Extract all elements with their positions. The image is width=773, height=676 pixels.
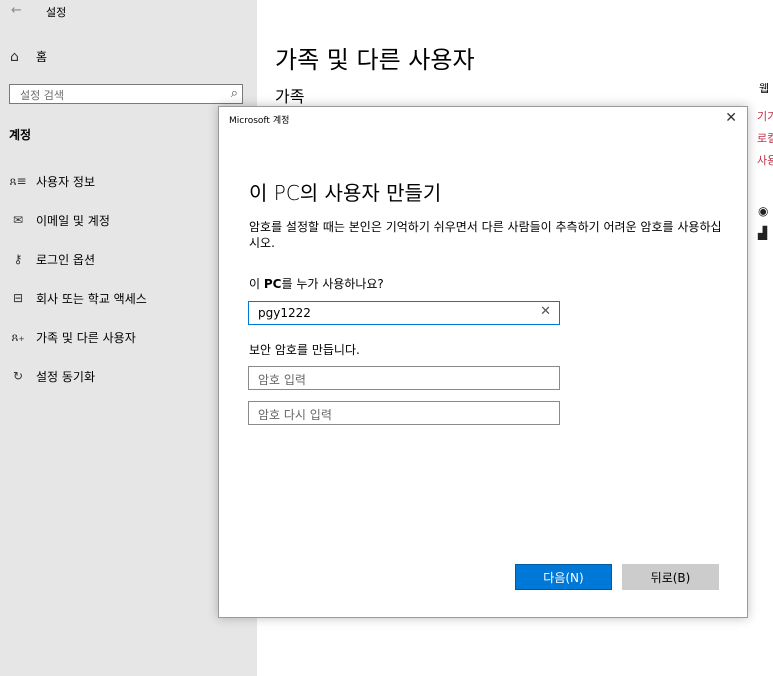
settings-search-box[interactable]: 설정 검색 ⌕	[9, 84, 243, 104]
sidebar-item-label: 사용자 정보	[36, 174, 96, 189]
sidebar-item-label: 설정 동기화	[36, 369, 96, 384]
home-label: 홈	[36, 50, 48, 64]
dialog-description: 암호를 설정할 때는 본인은 기억하기 쉬우면서 다른 사람들이 추측하기 어려…	[249, 220, 722, 250]
back-button[interactable]: 뒤로(B)	[622, 564, 719, 590]
add-person-icon: ጸ₊	[11, 329, 25, 344]
title-bar: ← 설정	[0, 0, 257, 24]
person-list-icon: ጸ≡	[9, 173, 27, 188]
home-icon: ⌂	[10, 48, 19, 65]
sidebar-item-your-info[interactable]: ጸ≡ 사용자 정보	[9, 171, 95, 191]
password-placeholder: 암호 입력	[258, 373, 306, 387]
dialog-title: Microsoft 계정	[229, 116, 290, 126]
page-title: 가족 및 다른 사용자	[275, 46, 475, 74]
related-link[interactable]: 기기	[757, 108, 773, 124]
password-prompt: 보안 암호를 만듭니다.	[249, 343, 360, 357]
sidebar-item-family-users[interactable]: ጸ₊ 가족 및 다른 사용자	[9, 327, 136, 347]
dialog-heading: 이 PC의 사용자 만들기	[249, 181, 442, 205]
clear-icon[interactable]: ✕	[540, 304, 551, 319]
related-panel: 웹 기기 로컬 사용 ◉ ▟	[757, 80, 773, 250]
search-icon[interactable]: ⌕	[231, 86, 238, 101]
sync-icon: ↻	[12, 369, 24, 383]
section-title: 계정	[9, 128, 32, 142]
sidebar-item-label: 가족 및 다른 사용자	[36, 330, 136, 345]
username-field[interactable]: pgy1222 ✕	[248, 301, 560, 325]
help-chat-icon[interactable]: ◉	[758, 204, 768, 218]
app-title: 설정	[46, 6, 67, 19]
page-subtitle: 가족	[275, 87, 305, 106]
sidebar-item-sign-in-options[interactable]: ⚷ 로그인 옵션	[9, 249, 95, 269]
related-link[interactable]: 사용	[757, 152, 773, 168]
sidebar-item-work-school[interactable]: ⊟ 회사 또는 학교 액세스	[9, 288, 147, 308]
sidebar-item-label: 회사 또는 학교 액세스	[36, 291, 147, 306]
password-confirm-placeholder: 암호 다시 입력	[258, 408, 332, 422]
related-web-label: 웹	[759, 82, 770, 95]
related-link[interactable]: 로컬	[757, 130, 773, 146]
feedback-person-icon[interactable]: ▟	[758, 226, 767, 240]
microsoft-account-dialog: Microsoft 계정 ✕ 이 PC의 사용자 만들기 암호를 설정할 때는 …	[218, 106, 748, 618]
sidebar-item-sync-settings[interactable]: ↻ 설정 동기화	[9, 366, 95, 386]
home-nav-item[interactable]: ⌂ 홈	[10, 48, 47, 65]
question-bold: PC	[263, 277, 282, 291]
mail-icon: ✉	[12, 213, 24, 227]
username-value: pgy1222	[258, 306, 311, 320]
sidebar-item-label: 이메일 및 계정	[36, 213, 110, 228]
key-icon: ⚷	[13, 252, 23, 266]
question-suffix: 를 누가 사용하나요?	[281, 277, 384, 291]
briefcase-icon: ⊟	[12, 291, 24, 305]
sidebar-item-label: 로그인 옵션	[36, 252, 96, 267]
close-icon[interactable]: ✕	[725, 110, 737, 126]
question-prefix: 이	[249, 277, 264, 291]
search-placeholder: 설정 검색	[20, 89, 64, 102]
sidebar-item-email-accounts[interactable]: ✉ 이메일 및 계정	[9, 210, 110, 230]
password-field[interactable]: 암호 입력	[248, 366, 560, 390]
next-button[interactable]: 다음(N)	[515, 564, 612, 590]
password-confirm-field[interactable]: 암호 다시 입력	[248, 401, 560, 425]
username-question: 이 PC를 누가 사용하나요?	[249, 275, 384, 292]
back-arrow-icon[interactable]: ←	[11, 3, 22, 18]
